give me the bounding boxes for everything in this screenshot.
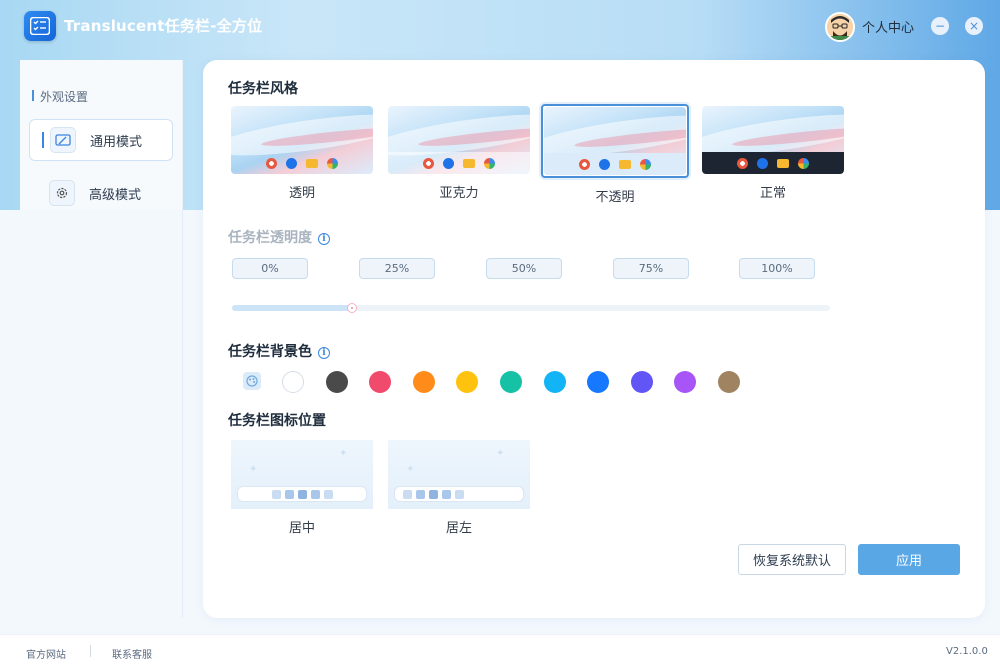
style-preview: [388, 106, 530, 174]
icon-position-section-title: 任务栏图标位置: [228, 413, 326, 429]
icon-position-label: 居中: [288, 521, 315, 536]
minimize-icon: −: [934, 19, 946, 33]
opacity-preset-75[interactable]: 75%: [613, 258, 689, 279]
opacity-preset-50[interactable]: 50%: [486, 258, 562, 279]
lightning-icon: [286, 157, 297, 169]
style-option-normal[interactable]: 正常: [700, 106, 846, 201]
user-center-link[interactable]: 个人中心: [862, 17, 914, 36]
version-label: V2.1.0.0: [946, 646, 988, 657]
opacity-slider[interactable]: [232, 303, 830, 313]
folder-icon: [777, 158, 789, 168]
color-swatch[interactable]: [282, 371, 304, 393]
icon-position-left[interactable]: ✦ ✦ 居左: [388, 440, 530, 536]
app-title: Translucent任务栏-全方位: [64, 17, 263, 35]
chrome-icon: [484, 157, 495, 169]
chrome-icon: [327, 157, 338, 169]
style-preview: [544, 107, 686, 175]
taskbar-preview: [394, 486, 524, 502]
info-icon[interactable]: i: [318, 347, 330, 359]
contact-support-link[interactable]: 联系客服: [112, 646, 152, 661]
taskbar-preview: [231, 152, 373, 174]
info-icon[interactable]: i: [318, 233, 330, 245]
sidebar-item-general-mode[interactable]: 通用模式: [29, 119, 173, 161]
apply-button[interactable]: 应用: [858, 544, 960, 575]
browser-icon: [266, 157, 277, 169]
browser-icon: [423, 157, 434, 169]
footer: 官方网站 联系客服 V2.1.0.0: [0, 634, 1000, 666]
taskbar-preview: [544, 153, 686, 175]
taskbar-preview: [237, 486, 367, 502]
avatar[interactable]: [825, 12, 855, 42]
sidebar: 外观设置 通用模式 高级模式: [20, 60, 183, 618]
sidebar-item-label: 通用模式: [90, 134, 143, 150]
color-swatch[interactable]: [674, 371, 697, 393]
bg-color-section-title: 任务栏背景色 i: [228, 341, 330, 361]
taskbar-preview: [702, 152, 844, 174]
style-option-label: 透明: [288, 186, 315, 201]
opacity-preset-0[interactable]: 0%: [232, 258, 308, 279]
lightning-icon: [757, 157, 768, 169]
icon-position-label: 居左: [445, 521, 472, 536]
style-option-acrylic[interactable]: 亚克力: [386, 106, 532, 201]
sidebar-item-advanced-mode[interactable]: 高级模式: [29, 172, 173, 214]
opacity-section-title: 任务栏透明度 i: [228, 227, 330, 247]
opacity-preset-25[interactable]: 25%: [359, 258, 435, 279]
settings-panel: 任务栏风格 透明 亚克力 不透明 正常 任务栏透明度 i 0% 25% 50% …: [203, 60, 985, 618]
browser-icon: [579, 158, 590, 170]
icon-position-center[interactable]: ✦ ✦ 居中: [231, 440, 373, 536]
opacity-title-text: 任务栏透明度: [228, 230, 312, 246]
color-swatch[interactable]: [718, 371, 740, 393]
official-website-link[interactable]: 官方网站: [26, 646, 66, 661]
style-preview: [231, 106, 373, 174]
color-swatch[interactable]: [500, 371, 522, 393]
close-icon: ×: [968, 19, 980, 33]
folder-icon: [619, 159, 631, 169]
style-option-label: 正常: [759, 186, 786, 201]
style-option-label: 不透明: [595, 190, 635, 205]
taskbar-preview: [388, 152, 530, 174]
folder-icon: [463, 158, 475, 168]
color-swatch[interactable]: [543, 371, 566, 393]
position-preview: ✦ ✦: [231, 440, 373, 509]
gear-icon: [49, 180, 75, 206]
custom-color-picker-icon[interactable]: [243, 372, 261, 390]
opacity-slider-fill: [232, 305, 352, 311]
restore-default-button[interactable]: 恢复系统默认: [738, 544, 846, 575]
style-option-opaque[interactable]: 不透明: [541, 104, 689, 205]
app-logo-icon: [24, 11, 56, 41]
position-preview: ✦ ✦: [388, 440, 530, 509]
sidebar-item-label: 高级模式: [89, 187, 142, 203]
edit-window-icon: [50, 127, 76, 153]
style-option-transparent[interactable]: 透明: [229, 106, 375, 201]
style-preview: [702, 106, 844, 174]
chrome-icon: [640, 158, 651, 170]
style-section-title: 任务栏风格: [228, 81, 298, 97]
lightning-icon: [599, 158, 610, 170]
color-swatch[interactable]: [587, 371, 610, 393]
bg-color-title-text: 任务栏背景色: [228, 344, 312, 360]
title-bar: Translucent任务栏-全方位 个人中心 − ×: [0, 0, 1000, 52]
chrome-icon: [798, 157, 809, 169]
footer-divider: [90, 645, 91, 657]
folder-icon: [306, 158, 318, 168]
color-swatch[interactable]: [630, 371, 653, 393]
opacity-slider-handle[interactable]: [346, 303, 357, 313]
lightning-icon: [443, 157, 454, 169]
color-swatch[interactable]: [456, 371, 479, 393]
close-button[interactable]: ×: [965, 17, 983, 35]
style-option-label: 亚克力: [439, 186, 479, 201]
opacity-preset-100[interactable]: 100%: [739, 258, 815, 279]
minimize-button[interactable]: −: [931, 17, 949, 35]
color-swatch[interactable]: [369, 371, 392, 393]
color-swatch[interactable]: [325, 371, 348, 393]
sidebar-section-title: 外观设置: [31, 90, 89, 104]
color-swatch[interactable]: [412, 371, 435, 393]
browser-icon: [737, 157, 748, 169]
